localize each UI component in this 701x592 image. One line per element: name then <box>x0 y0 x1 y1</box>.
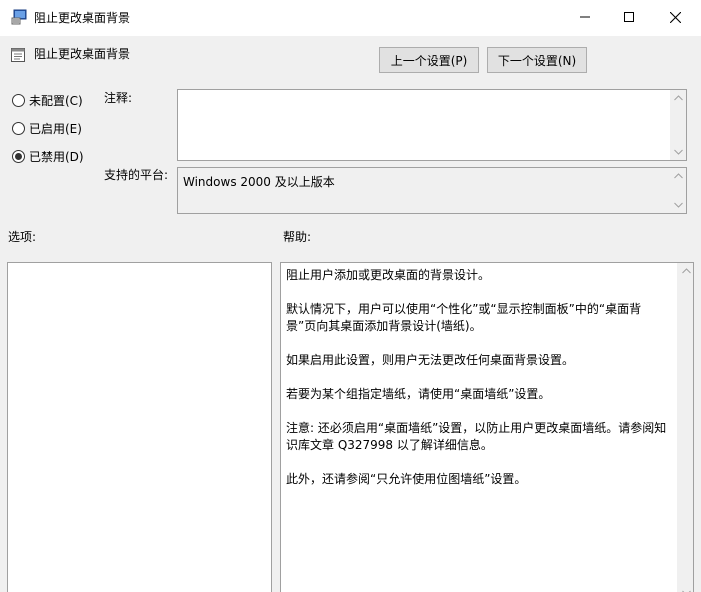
platform-scrollbar[interactable] <box>670 168 686 213</box>
close-button[interactable] <box>652 0 698 34</box>
scroll-down-icon[interactable] <box>670 144 686 160</box>
platform-label: 支持的平台: <box>104 168 169 182</box>
scroll-up-icon[interactable] <box>670 90 686 106</box>
comment-textarea[interactable] <box>177 89 687 161</box>
radio-disabled[interactable]: 已禁用(D) <box>12 147 84 165</box>
radio-label: 已禁用(D) <box>29 149 84 164</box>
previous-setting-button[interactable]: 上一个设置(P) <box>379 47 479 73</box>
help-pane: 阻止用户添加或更改桌面的背景设计。 默认情况下，用户可以使用“个性化”或“显示控… <box>280 262 694 592</box>
policy-title: 阻止更改桌面背景 <box>34 47 131 61</box>
next-setting-button[interactable]: 下一个设置(N) <box>487 47 587 73</box>
radio-label: 未配置(C) <box>29 93 83 108</box>
help-scrollbar[interactable] <box>677 263 693 592</box>
maximize-button[interactable] <box>606 0 652 34</box>
help-label: 帮助: <box>283 230 312 244</box>
help-text: 阻止用户添加或更改桌面的背景设计。 默认情况下，用户可以使用“个性化”或“显示控… <box>286 267 671 505</box>
options-pane <box>7 262 272 592</box>
radio-circle <box>12 93 25 107</box>
close-icon <box>669 11 681 23</box>
help-paragraph: 若要为某个组指定墙纸，请使用“桌面墙纸”设置。 <box>286 387 551 401</box>
radio-label: 已启用(E) <box>29 121 82 136</box>
title-bar: 阻止更改桌面背景 <box>0 0 701 36</box>
radio-circle <box>12 121 25 135</box>
comment-scrollbar[interactable] <box>670 90 686 160</box>
radio-enabled[interactable]: 已启用(E) <box>12 119 82 137</box>
scroll-up-icon[interactable] <box>678 263 694 279</box>
platform-field: Windows 2000 及以上版本 <box>177 167 687 214</box>
options-label: 选项: <box>8 230 37 244</box>
window-title: 阻止更改桌面背景 <box>34 11 131 25</box>
radio-not-configured[interactable]: 未配置(C) <box>12 91 83 109</box>
radio-dot <box>15 152 22 160</box>
policy-setting-icon <box>10 47 26 63</box>
help-paragraph: 阻止用户添加或更改桌面的背景设计。 <box>286 268 491 282</box>
help-paragraph: 注意: 还必须启用“桌面墙纸”设置，以防止用户更改桌面墙纸。请参阅知识库文章 Q… <box>286 421 667 452</box>
minimize-icon <box>580 12 590 22</box>
platform-value: Windows 2000 及以上版本 <box>183 175 335 189</box>
radio-circle-selected <box>12 149 25 163</box>
scroll-up-icon[interactable] <box>670 168 686 184</box>
maximize-icon <box>624 12 634 22</box>
scroll-down-icon[interactable] <box>678 585 694 592</box>
minimize-button[interactable] <box>562 0 608 34</box>
help-paragraph: 默认情况下，用户可以使用“个性化”或“显示控制面板”中的“桌面背景”页向其桌面添… <box>286 302 642 333</box>
comment-label: 注释: <box>104 91 133 105</box>
policy-window-icon <box>11 9 27 25</box>
scroll-down-icon[interactable] <box>670 197 686 213</box>
help-paragraph: 如果启用此设置，则用户无法更改任何桌面背景设置。 <box>286 353 575 367</box>
help-paragraph: 此外，还请参阅“只允许使用位图墙纸”设置。 <box>286 472 527 486</box>
